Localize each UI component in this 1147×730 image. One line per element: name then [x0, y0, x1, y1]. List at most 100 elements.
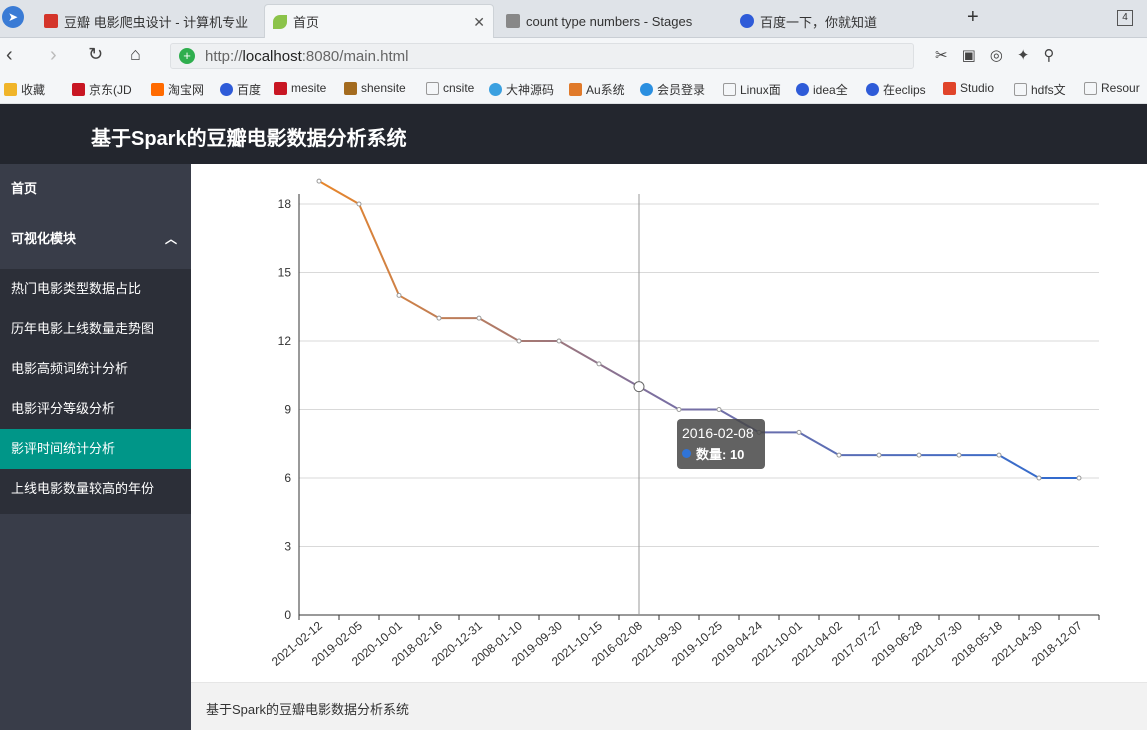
data-point: [996, 452, 1002, 458]
bookmark-mesite[interactable]: mesite: [274, 81, 326, 95]
bookmark-hdfs[interactable]: hdfs文: [1014, 81, 1066, 98]
browser-tools: ✂ ▣ ◎ ✦ ⚲: [935, 46, 1054, 64]
close-tab-icon[interactable]: ✕: [473, 14, 485, 31]
page-icon: [1084, 81, 1097, 95]
bookmark-studio[interactable]: Studio: [943, 81, 994, 95]
bookmark-shensite[interactable]: shensite: [344, 81, 406, 95]
scissors-icon[interactable]: ✂: [935, 46, 948, 64]
y-tick-label: 6: [284, 471, 291, 485]
gamepad-icon[interactable]: ✦: [1017, 46, 1030, 64]
cloud-icon: [640, 83, 653, 96]
back-icon[interactable]: ‹: [6, 44, 13, 67]
baidu-icon: [220, 83, 233, 96]
data-point: [356, 201, 362, 207]
au-icon: [569, 83, 582, 96]
dashen-icon: [489, 83, 502, 96]
review-time-line-chart[interactable]: 03691215182021-02-122019-02-052020-10-01…: [191, 164, 1147, 682]
jd-icon: [72, 83, 85, 96]
translate-icon[interactable]: ▣: [962, 46, 976, 64]
bookmark-cnsite[interactable]: cnsite: [426, 81, 474, 95]
bookmark-baidu[interactable]: 百度: [220, 81, 261, 98]
main-content: 0 3 6 9 12 15 18 2021-02-12 2019-02-05 2020-10-01…: [191, 164, 1147, 682]
reload-icon[interactable]: ↻: [88, 44, 103, 65]
bookmark-taobao[interactable]: 淘宝网: [151, 81, 204, 98]
add-favorite-icon[interactable]: +: [179, 48, 195, 64]
star-icon: [4, 83, 17, 96]
data-point: [716, 407, 722, 412]
douban-favicon-icon: [44, 14, 58, 28]
y-tick-label: 15: [278, 266, 292, 280]
app-header: 基于Spark的豆瓣电影数据分析系统: [0, 104, 1147, 164]
sidebar-item-top-years[interactable]: 上线电影数量较高的年份: [0, 469, 191, 509]
page-icon: [1014, 83, 1027, 96]
baidu-icon: [796, 83, 809, 96]
sidebar-group-visualization[interactable]: 可视化模块 ︿: [0, 214, 191, 264]
chevron-up-icon: ︿: [164, 232, 177, 246]
browser-tab-1[interactable]: 豆瓣 电影爬虫设计 - 计算机专业: [36, 4, 262, 38]
y-tick-label: 9: [284, 403, 291, 417]
forward-icon[interactable]: ›: [50, 44, 57, 67]
data-point: [556, 338, 562, 344]
leaf-favicon-icon: [273, 14, 287, 29]
data-point: [1076, 475, 1082, 481]
sidebar-item-rating-levels[interactable]: 电影评分等级分析: [0, 389, 191, 429]
sidebar-divider: [0, 509, 191, 514]
y-tick-label: 12: [278, 334, 292, 348]
coin-icon[interactable]: ◎: [990, 46, 1003, 64]
url-input[interactable]: + http://localhost:8080/main.html: [170, 43, 914, 69]
chart-tooltip: 2016-02-08 数量: 10: [677, 419, 765, 469]
bookmark-linux[interactable]: Linux面: [723, 81, 781, 98]
compass-icon[interactable]: ➤: [2, 6, 24, 28]
spark-favicon-icon: [506, 14, 520, 28]
data-point: [956, 452, 962, 458]
sidebar-item-genre-share[interactable]: 热门电影类型数据占比: [0, 269, 191, 309]
browser-tab-4[interactable]: 百度一下，你就知道: [732, 4, 958, 38]
bookmark-eclipse[interactable]: 在eclips: [866, 81, 926, 98]
shensite-icon: [344, 81, 357, 95]
bookmark-idea[interactable]: idea全: [796, 81, 848, 98]
tab-count[interactable]: 4: [1117, 10, 1133, 26]
address-bar: ‹ › ↻ ⌂ + http://localhost:8080/main.htm…: [0, 38, 1147, 74]
bookmark-resour[interactable]: Resour: [1084, 81, 1140, 95]
y-tick-label: 3: [284, 540, 291, 554]
sidebar-item-word-frequency[interactable]: 电影高频词统计分析: [0, 349, 191, 389]
browser-tab-2[interactable]: 首页 ✕: [264, 4, 494, 38]
baidu-favicon-icon: [740, 14, 754, 28]
data-point: [436, 315, 442, 321]
data-point: [916, 452, 922, 458]
new-tab-icon[interactable]: +: [967, 6, 979, 29]
browser-tab-3[interactable]: count type numbers - Stages: [498, 4, 726, 38]
browser-tab-bar: ➤ 豆瓣 电影爬虫设计 - 计算机专业 首页 ✕ count type numb…: [0, 0, 1147, 38]
sidebar-item-home[interactable]: 首页: [0, 164, 191, 214]
bookmarks-bar: 收藏 京东(JD 淘宝网 百度 mesite shensite cnsite 大…: [0, 74, 1147, 104]
bookmark-au[interactable]: Au系统: [569, 81, 625, 98]
data-point: [796, 429, 802, 435]
data-point: [876, 452, 882, 458]
bookmark-member-login[interactable]: 会员登录: [640, 81, 705, 98]
y-tick-label: 18: [278, 197, 292, 211]
data-point: [836, 452, 842, 458]
bookmark-dashen[interactable]: 大神源码: [489, 81, 554, 98]
series-dot-icon: [682, 449, 691, 458]
page-icon: [723, 83, 736, 96]
taobao-icon: [151, 83, 164, 96]
bookmark-favorites[interactable]: 收藏: [4, 81, 45, 98]
data-point: [596, 361, 602, 367]
baidu-icon: [866, 83, 879, 96]
data-point: [476, 315, 482, 321]
bookmark-jd[interactable]: 京东(JD: [72, 81, 132, 98]
sidebar-item-yearly-trend[interactable]: 历年电影上线数量走势图: [0, 309, 191, 349]
page-icon: [426, 81, 439, 95]
footer: 基于Spark的豆瓣电影数据分析系统: [191, 682, 1147, 730]
sidebar-item-review-time[interactable]: 影评时间统计分析: [0, 429, 191, 469]
footer-text: 基于Spark的豆瓣电影数据分析系统: [206, 702, 409, 717]
y-tick-label: 0: [284, 608, 291, 622]
tooltip-value-row: 数量: 10: [682, 444, 760, 463]
data-point: [1036, 475, 1042, 481]
tooltip-value: 数量: 10: [696, 447, 745, 462]
home-icon[interactable]: ⌂: [130, 44, 141, 65]
app-title: 基于Spark的豆瓣电影数据分析系统: [91, 128, 407, 150]
search-icon[interactable]: ⚲: [1043, 46, 1054, 64]
sidebar: 首页 可视化模块 ︿ 热门电影类型数据占比 历年电影上线数量走势图 电影高频词统…: [0, 164, 191, 730]
mesite-icon: [274, 81, 287, 95]
